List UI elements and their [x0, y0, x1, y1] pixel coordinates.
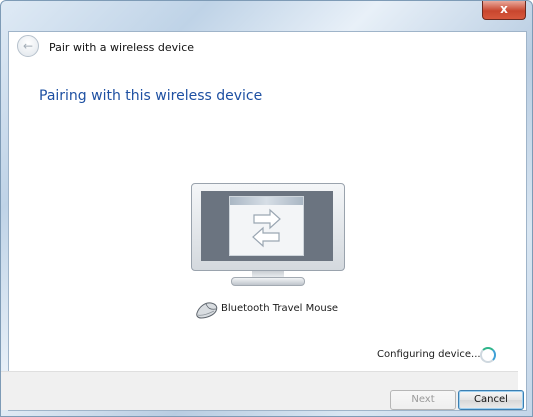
mouse-icon	[196, 302, 218, 319]
monitor-screen	[201, 191, 333, 261]
back-arrow-icon: ←	[23, 39, 34, 53]
next-button[interactable]: Next	[390, 390, 456, 410]
monitor-illustration	[191, 183, 345, 288]
pairing-window-graphic	[229, 196, 304, 256]
page-heading: Pairing with this wireless device	[39, 88, 263, 104]
dialog-title: Pair with a wireless device	[49, 41, 195, 54]
pairing-window: x ← Pair with a wireless device Pairing …	[0, 0, 533, 417]
dialog-header: ← Pair with a wireless device	[9, 32, 526, 62]
status-text: Configuring device...	[377, 349, 481, 360]
title-bar[interactable]: x	[1, 1, 532, 31]
close-button[interactable]: x	[482, 1, 526, 20]
device-name: Bluetooth Travel Mouse	[221, 303, 339, 314]
window-graphic-titlebar	[230, 197, 303, 205]
busy-spinner-icon	[480, 347, 496, 363]
monitor-base	[231, 277, 305, 286]
close-icon: x	[500, 2, 508, 16]
cancel-button[interactable]: Cancel	[458, 390, 524, 410]
transfer-arrows-icon	[252, 208, 281, 248]
back-button[interactable]: ←	[17, 35, 39, 57]
